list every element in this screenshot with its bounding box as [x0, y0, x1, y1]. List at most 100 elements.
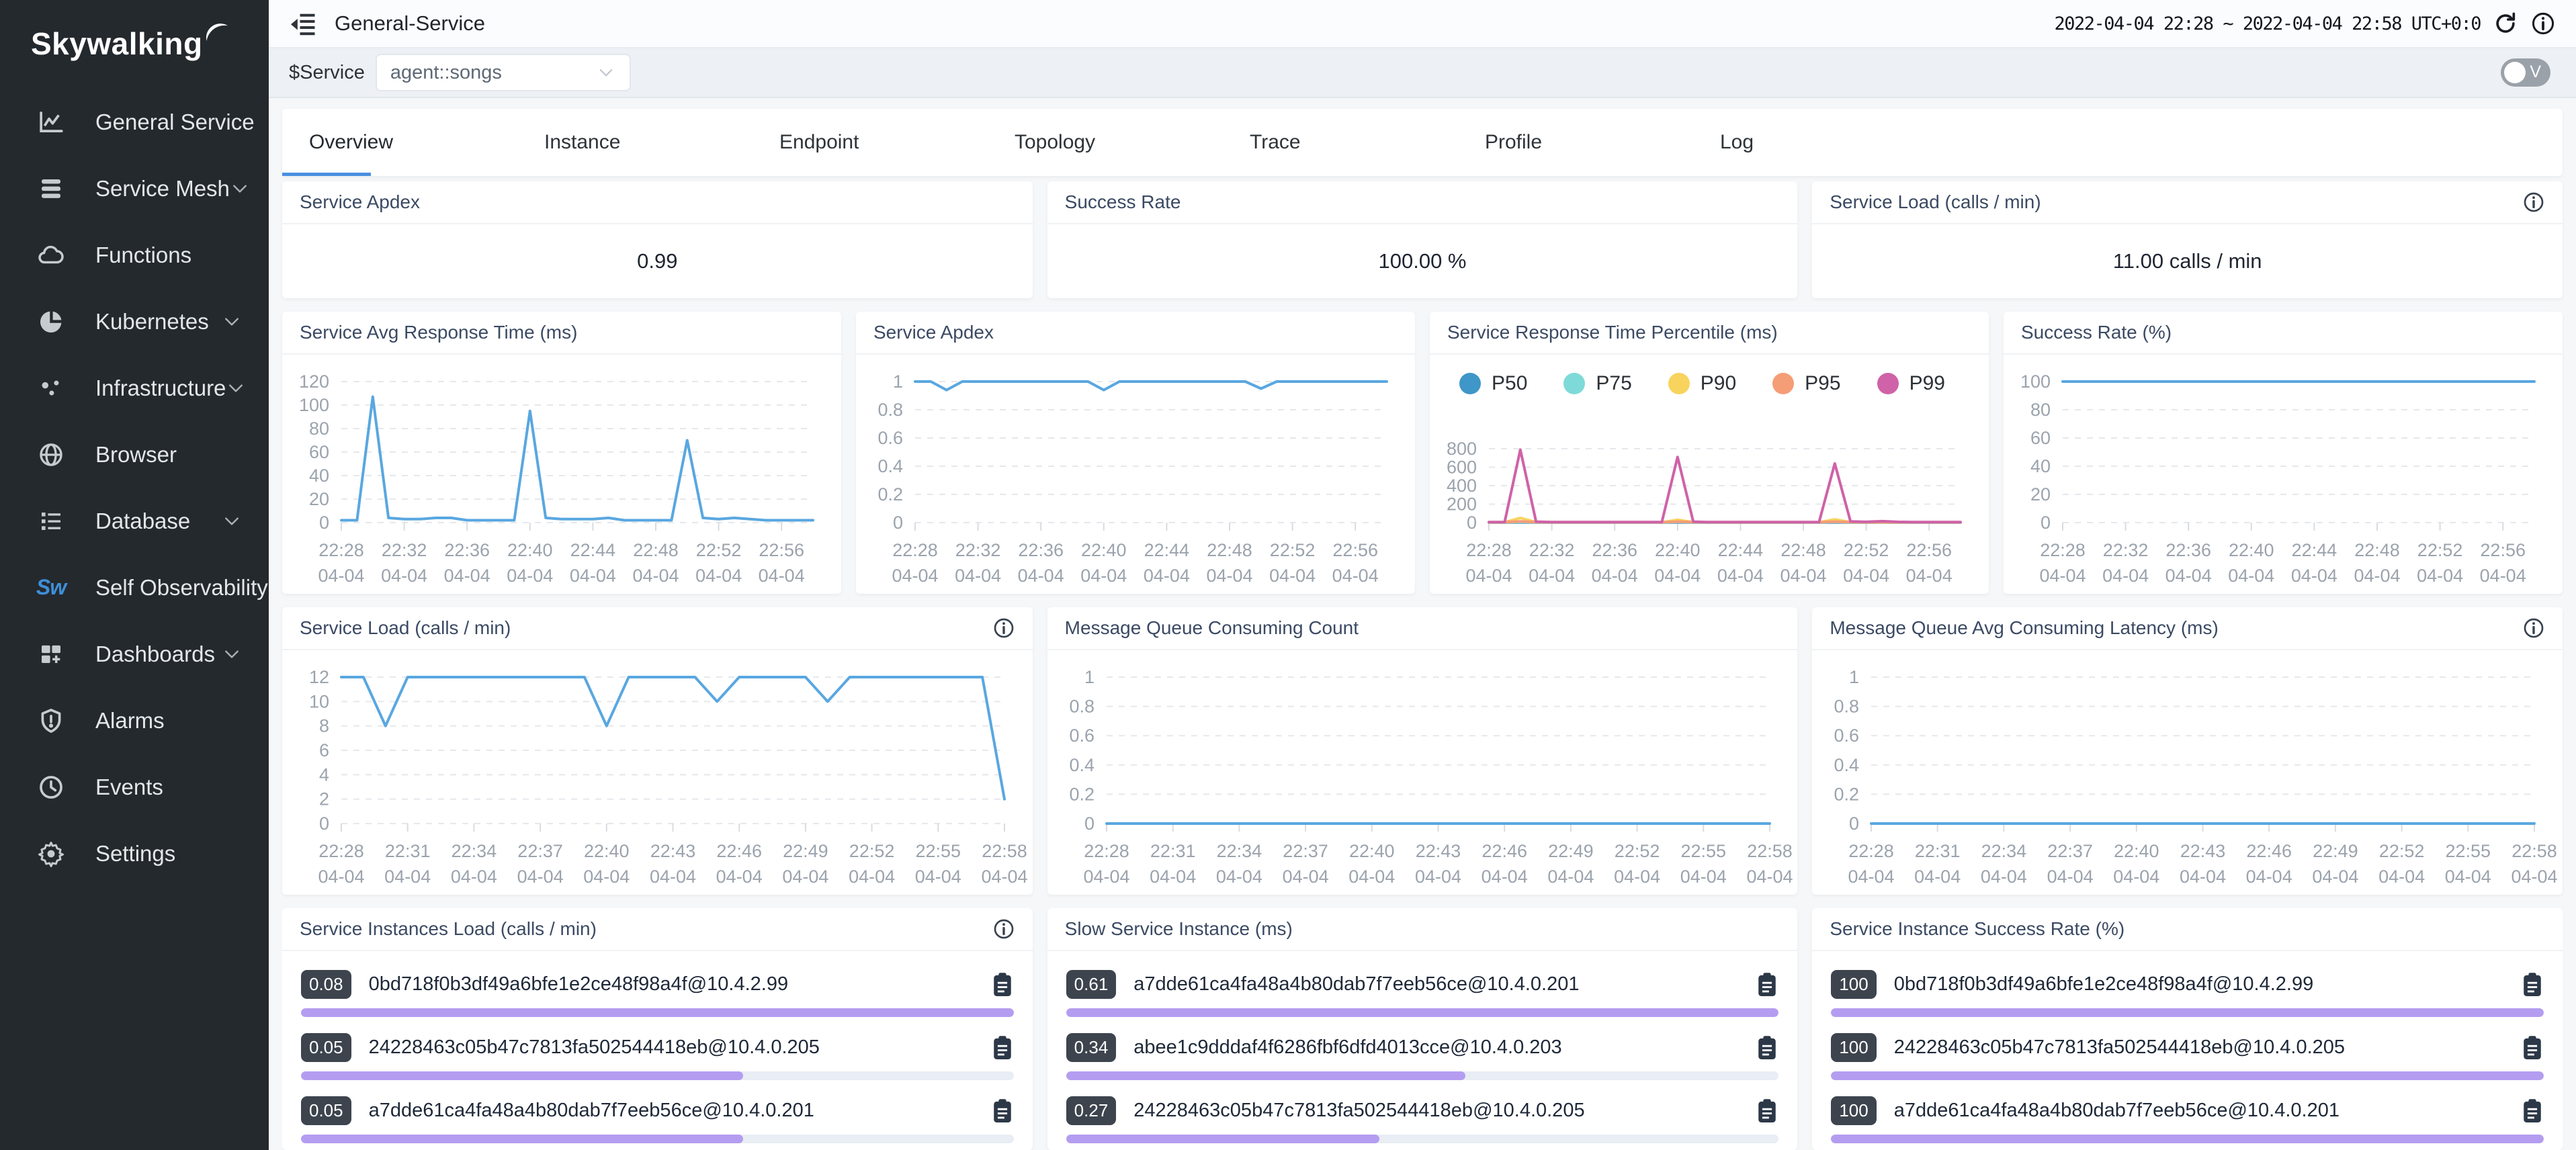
tab-instance[interactable]: Instance	[544, 131, 779, 154]
instance-list: 0.080bd718f0b3df49a6bfe1e2ce48f98a4f@10.…	[282, 951, 1033, 1150]
value-badge: 0.05	[301, 1096, 351, 1125]
chart-card-service-apdex: Service Avg Response Time (ms)0204060801…	[282, 312, 841, 594]
svg-text:04-04: 04-04	[1282, 867, 1328, 887]
svg-text:22:36: 22:36	[2165, 540, 2211, 560]
line-chart-svg: 00.20.40.60.8122:2804-0422:3104-0422:340…	[1812, 650, 2563, 895]
metric-value: 100.00 %	[1047, 224, 1798, 298]
instance-name[interactable]: 0bd718f0b3df49a6bfe1e2ce48f98a4f@10.4.2.…	[369, 973, 991, 996]
svg-text:04-04: 04-04	[1843, 566, 1889, 586]
svg-text:22:34: 22:34	[452, 841, 497, 861]
svg-text:04-04: 04-04	[1083, 867, 1129, 887]
version-toggle[interactable]: V	[2501, 58, 2550, 87]
sidebar-item-kubernetes[interactable]: Kubernetes	[0, 288, 269, 355]
svg-text:22:36: 22:36	[444, 540, 490, 560]
sidebar-item-self-observability[interactable]: SwSelf Observability	[0, 554, 269, 621]
instance-name[interactable]: 24228463c05b47c7813fa502544418eb@10.4.0.…	[1894, 1036, 2521, 1059]
copy-clipboard-icon[interactable]	[1756, 1097, 1778, 1125]
sidebar-item-database[interactable]: Database	[0, 488, 269, 554]
info-icon[interactable]	[992, 617, 1015, 639]
card-title: Slow Service Instance (ms)	[1065, 918, 1780, 940]
sidebar-item-label: Settings	[95, 841, 242, 867]
svg-text:04-04: 04-04	[507, 566, 553, 586]
progress-bar-track	[1066, 1135, 1779, 1143]
sidebar-item-general-service[interactable]: General Service	[0, 89, 269, 155]
svg-text:04-04: 04-04	[1080, 566, 1127, 586]
metric-card-success-rate: Success Rate100.00 %	[1047, 181, 1798, 298]
svg-text:04-04: 04-04	[695, 566, 742, 586]
svg-text:0.4: 0.4	[877, 456, 903, 476]
collapse-sidebar-icon[interactable]	[289, 9, 318, 38]
sidebar-item-browser[interactable]: Browser	[0, 421, 269, 488]
copy-clipboard-icon[interactable]	[1756, 971, 1778, 999]
instance-name[interactable]: a7dde61ca4fa48a4b80dab7f7eeb56ce@10.4.0.…	[369, 1100, 991, 1122]
tab-endpoint[interactable]: Endpoint	[779, 131, 1015, 154]
copy-clipboard-icon[interactable]	[2521, 971, 2544, 999]
sidebar-item-settings[interactable]: Settings	[0, 820, 269, 887]
copy-clipboard-icon[interactable]	[1756, 1034, 1778, 1062]
card-header: Service Apdex	[282, 181, 1033, 224]
svg-text:04-04: 04-04	[1348, 867, 1395, 887]
svg-text:100: 100	[2020, 371, 2051, 392]
svg-text:6: 6	[319, 740, 329, 760]
sidebar-item-infrastructure[interactable]: Infrastructure	[0, 355, 269, 421]
self-observability-icon: Sw	[35, 573, 67, 603]
instance-name[interactable]: abee1c9dddaf4f6286fbf6dfd4013cce@10.4.0.…	[1133, 1036, 1756, 1059]
svg-text:0.4: 0.4	[1069, 755, 1094, 775]
copy-clipboard-icon[interactable]	[2521, 1097, 2544, 1125]
svg-text:20: 20	[309, 489, 329, 509]
chevron-down-icon	[222, 312, 242, 332]
svg-text:0.6: 0.6	[1834, 725, 1860, 746]
instance-name[interactable]: 0bd718f0b3df49a6bfe1e2ce48f98a4f@10.4.2.…	[1894, 973, 2521, 996]
chart-percentile: P50P75P90P95P99020040060080022:2804-0422…	[1430, 355, 1989, 594]
svg-text:04-04: 04-04	[1654, 566, 1701, 586]
svg-text:0.2: 0.2	[1834, 784, 1860, 804]
toggle-label: V	[2530, 62, 2541, 82]
filter-bar: $Service agent::songs V	[269, 48, 2576, 98]
instance-name[interactable]: 24228463c05b47c7813fa502544418eb@10.4.0.…	[369, 1036, 991, 1059]
card-title: Service Instance Success Rate (%)	[1830, 918, 2545, 940]
svg-text:04-04: 04-04	[2180, 867, 2226, 887]
svg-text:22:32: 22:32	[1529, 540, 1575, 560]
list-card-service-instance-success-rate-: Service Instance Success Rate (%)1000bd7…	[1812, 908, 2563, 1150]
svg-text:04-04: 04-04	[1269, 566, 1316, 586]
tab-topology[interactable]: Topology	[1015, 131, 1250, 154]
svg-text:1: 1	[893, 371, 903, 392]
tab-profile[interactable]: Profile	[1485, 131, 1720, 154]
instance-name[interactable]: a7dde61ca4fa48a4b80dab7f7eeb56ce@10.4.0.…	[1894, 1100, 2521, 1122]
service-select[interactable]: agent::songs	[376, 54, 631, 91]
sidebar-item-functions[interactable]: Functions	[0, 222, 269, 288]
instance-name[interactable]: a7dde61ca4fa48a4b80dab7f7eeb56ce@10.4.0.…	[1133, 973, 1756, 996]
sidebar-item-label: Alarms	[95, 708, 242, 734]
info-icon[interactable]	[2522, 191, 2545, 214]
svg-text:04-04: 04-04	[2039, 566, 2086, 586]
refresh-icon[interactable]	[2493, 11, 2518, 36]
tab-overview[interactable]: Overview	[309, 131, 544, 154]
tab-trace[interactable]: Trace	[1250, 131, 1485, 154]
svg-text:04-04: 04-04	[1906, 566, 1952, 586]
copy-clipboard-icon[interactable]	[2521, 1034, 2544, 1062]
info-icon[interactable]	[2530, 11, 2556, 36]
sidebar-item-label: Events	[95, 775, 242, 800]
sidebar-item-alarms[interactable]: Alarms	[0, 687, 269, 754]
time-range-text[interactable]: 2022-04-04 22:28 ~ 2022-04-04 22:58 UTC+…	[2055, 13, 2481, 34]
info-icon[interactable]	[2522, 617, 2545, 639]
copy-clipboard-icon[interactable]	[991, 971, 1014, 999]
svg-text:22:46: 22:46	[1482, 841, 1527, 861]
chevron-down-icon	[596, 62, 616, 83]
sidebar-item-service-mesh[interactable]: Service Mesh	[0, 155, 269, 222]
copy-clipboard-icon[interactable]	[991, 1097, 1014, 1125]
tab-log[interactable]: Log	[1720, 131, 1955, 154]
sidebar-item-events[interactable]: Events	[0, 754, 269, 820]
value-badge: 0.34	[1066, 1033, 1117, 1062]
copy-clipboard-icon[interactable]	[991, 1034, 1014, 1062]
info-icon[interactable]	[992, 918, 1015, 940]
svg-text:04-04: 04-04	[955, 566, 1001, 586]
card-header: Slow Service Instance (ms)	[1047, 908, 1798, 951]
svg-text:22:36: 22:36	[1592, 540, 1637, 560]
sidebar-item-dashboards[interactable]: Dashboards	[0, 621, 269, 687]
sidebar-item-label: Service Mesh	[95, 176, 230, 202]
svg-text:0.8: 0.8	[877, 400, 903, 420]
svg-text:04-04: 04-04	[759, 566, 805, 586]
svg-text:22:49: 22:49	[783, 841, 828, 861]
instance-name[interactable]: 24228463c05b47c7813fa502544418eb@10.4.0.…	[1133, 1100, 1756, 1122]
